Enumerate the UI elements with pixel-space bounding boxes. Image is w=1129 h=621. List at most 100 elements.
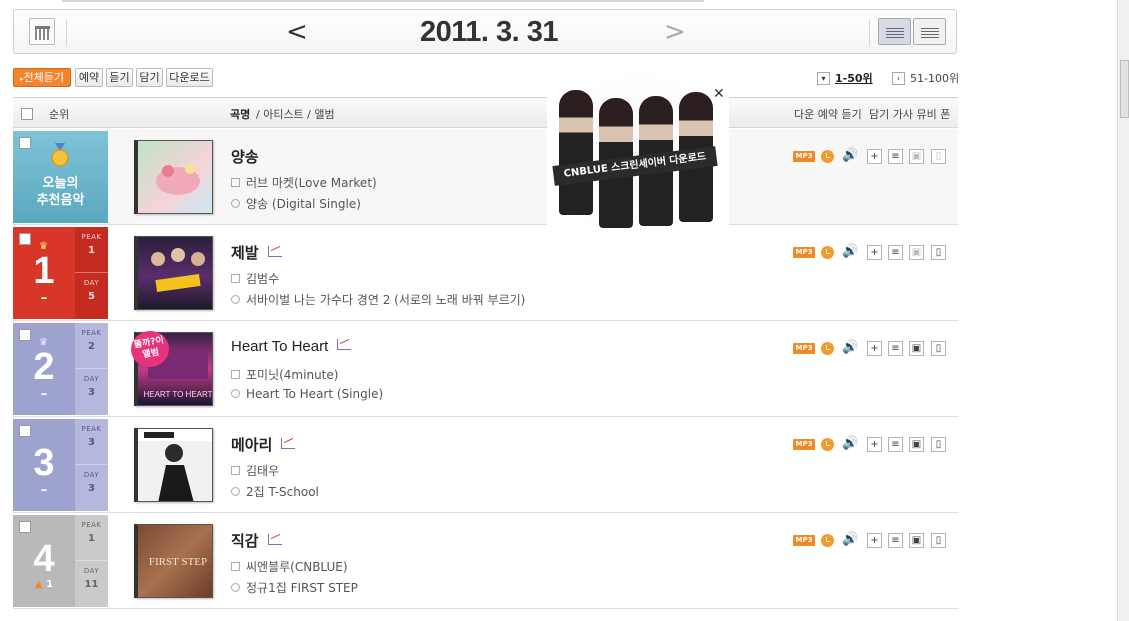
lyrics-icon[interactable]: ≡ — [888, 341, 903, 356]
artist-name[interactable]: 러브 마켓(Love Market) — [231, 174, 377, 191]
lyrics-icon[interactable]: ≡ — [888, 149, 903, 164]
day-box: DAY 3 — [75, 465, 108, 511]
song-title[interactable]: 양송 — [231, 146, 259, 167]
compact-view-button[interactable] — [913, 18, 946, 45]
next-day-arrow[interactable]: > — [664, 18, 686, 46]
screensaver-ad[interactable]: CNBLUE 스크린세이버 다운로드 ✕ — [547, 70, 729, 228]
album-cover[interactable]: FIRST STEP — [134, 524, 213, 598]
phone-icon[interactable]: ▯ — [931, 533, 946, 548]
mp3-download-icon[interactable]: MP3 — [793, 151, 815, 162]
phone-icon[interactable]: ▯ — [931, 245, 946, 260]
phone-icon[interactable]: ▯ — [931, 341, 946, 356]
table-row: 3 – PEAK 3 DAY 3 메아리 김태우 2집 T-School MP3 🔊… — [13, 417, 958, 513]
scrollbar-thumb[interactable] — [1120, 60, 1129, 118]
mv-icon[interactable]: ▣ — [909, 437, 924, 452]
add-plus-icon[interactable]: + — [867, 533, 882, 548]
artist-name[interactable]: 김태우 — [231, 462, 279, 479]
chart-trend-icon[interactable] — [281, 438, 296, 449]
album-text: 양송 (Digital Single) — [246, 197, 361, 211]
add-button[interactable]: 담기 — [136, 68, 163, 87]
rank-number: 3 — [33, 442, 55, 484]
listen-speaker-icon[interactable]: 🔊 — [842, 148, 858, 163]
reserve-clock-icon[interactable] — [821, 438, 834, 451]
album-name[interactable]: Heart To Heart (Single) — [231, 387, 383, 401]
row-checkbox[interactable] — [19, 521, 31, 533]
day-box: DAY 11 — [75, 561, 108, 607]
album-cover[interactable] — [134, 428, 213, 502]
chevron-right-icon[interactable]: › — [892, 72, 905, 85]
mv-icon[interactable]: ▣ — [909, 341, 924, 356]
artist-name[interactable]: 포미닛(4minute) — [231, 366, 338, 383]
album-icon — [231, 295, 240, 304]
vertical-scrollbar[interactable] — [1117, 0, 1129, 621]
add-plus-icon[interactable]: + — [867, 245, 882, 260]
prev-day-arrow[interactable]: < — [286, 18, 308, 46]
artist-icon — [231, 562, 240, 571]
top-divider — [62, 0, 704, 2]
listen-speaker-icon[interactable]: 🔊 — [842, 532, 858, 547]
lyrics-icon[interactable]: ≡ — [888, 245, 903, 260]
col-title: 곡명 — [230, 108, 251, 121]
album-name[interactable]: 서바이벌 나는 가수다 경연 2 (서로의 노래 바꿔 부르기) — [231, 291, 525, 308]
album-name[interactable]: 2집 T-School — [231, 483, 319, 500]
listen-speaker-icon[interactable]: 🔊 — [842, 436, 858, 451]
listen-speaker-icon[interactable]: 🔊 — [842, 244, 858, 259]
song-title[interactable]: 메아리 — [231, 434, 296, 455]
song-title[interactable]: 직감 — [231, 530, 282, 551]
mp3-download-icon[interactable]: MP3 — [793, 535, 815, 546]
calendar-icon[interactable] — [29, 18, 55, 45]
artist-name[interactable]: 씨엔블루(CNBLUE) — [231, 558, 348, 575]
reserve-clock-icon[interactable] — [821, 246, 834, 259]
album-name[interactable]: 양송 (Digital Single) — [231, 195, 361, 212]
album-name[interactable]: 정규1집 FIRST STEP — [231, 579, 358, 596]
peak-label: PEAK — [81, 521, 102, 529]
lyrics-icon[interactable]: ≡ — [888, 437, 903, 452]
album-cover[interactable] — [134, 236, 213, 310]
phone-icon[interactable]: ▯ — [931, 437, 946, 452]
rank-badge: 3 – PEAK 3 DAY 3 — [13, 419, 108, 511]
peak-box: PEAK 1 — [75, 227, 108, 273]
row-checkbox[interactable] — [19, 425, 31, 437]
artist-icon — [231, 274, 240, 283]
page-range-current[interactable]: 1-50위 — [835, 71, 873, 87]
add-plus-icon[interactable]: + — [867, 437, 882, 452]
chart-trend-icon[interactable] — [337, 339, 352, 350]
chart-trend-icon[interactable] — [267, 534, 282, 545]
reserve-button[interactable]: 예약 — [75, 68, 103, 87]
rank-number: 1 — [33, 250, 55, 292]
peak-box: PEAK 1 — [75, 515, 108, 561]
row-checkbox[interactable] — [19, 137, 31, 149]
album-icon — [231, 199, 240, 208]
day-label: DAY — [83, 375, 100, 383]
mp3-download-icon[interactable]: MP3 — [793, 343, 815, 354]
list-view-button[interactable] — [878, 18, 911, 45]
song-title[interactable]: 제발 — [231, 242, 282, 263]
add-plus-icon[interactable]: + — [867, 149, 882, 164]
mv-icon[interactable]: ▣ — [909, 533, 924, 548]
row-checkbox[interactable] — [19, 329, 31, 341]
day-value: 5 — [88, 291, 95, 302]
listen-speaker-icon[interactable]: 🔊 — [842, 340, 858, 355]
chart-trend-icon[interactable] — [267, 246, 282, 257]
reserve-clock-icon[interactable] — [821, 342, 834, 355]
recommended-row: 오늘의 추천음악 양송 러브 마켓(Love Market) 양송 (Digita… — [13, 129, 958, 225]
album-cover[interactable] — [134, 140, 213, 214]
play-all-button[interactable]: ▸전체듣기 — [13, 68, 71, 87]
reserve-clock-icon[interactable] — [821, 150, 834, 163]
mp3-download-icon[interactable]: MP3 — [793, 439, 815, 450]
lyrics-icon[interactable]: ≡ — [888, 533, 903, 548]
artist-icon — [231, 178, 240, 187]
song-title[interactable]: Heart To Heart — [231, 338, 352, 355]
chevron-down-icon[interactable]: ▾ — [817, 72, 830, 85]
add-plus-icon[interactable]: + — [867, 341, 882, 356]
page-range-next[interactable]: 51-100위 — [910, 71, 959, 87]
mp3-download-icon[interactable]: MP3 — [793, 247, 815, 258]
col-artist-album: / 아티스트 / 앨범 — [256, 108, 335, 121]
row-checkbox[interactable] — [19, 233, 31, 245]
select-all-checkbox[interactable] — [21, 108, 33, 120]
listen-button[interactable]: 듣기 — [106, 68, 133, 87]
reserve-clock-icon[interactable] — [821, 534, 834, 547]
artist-name[interactable]: 김범수 — [231, 270, 279, 287]
close-icon[interactable]: ✕ — [713, 86, 725, 102]
download-button[interactable]: 다운로드 — [166, 68, 213, 87]
